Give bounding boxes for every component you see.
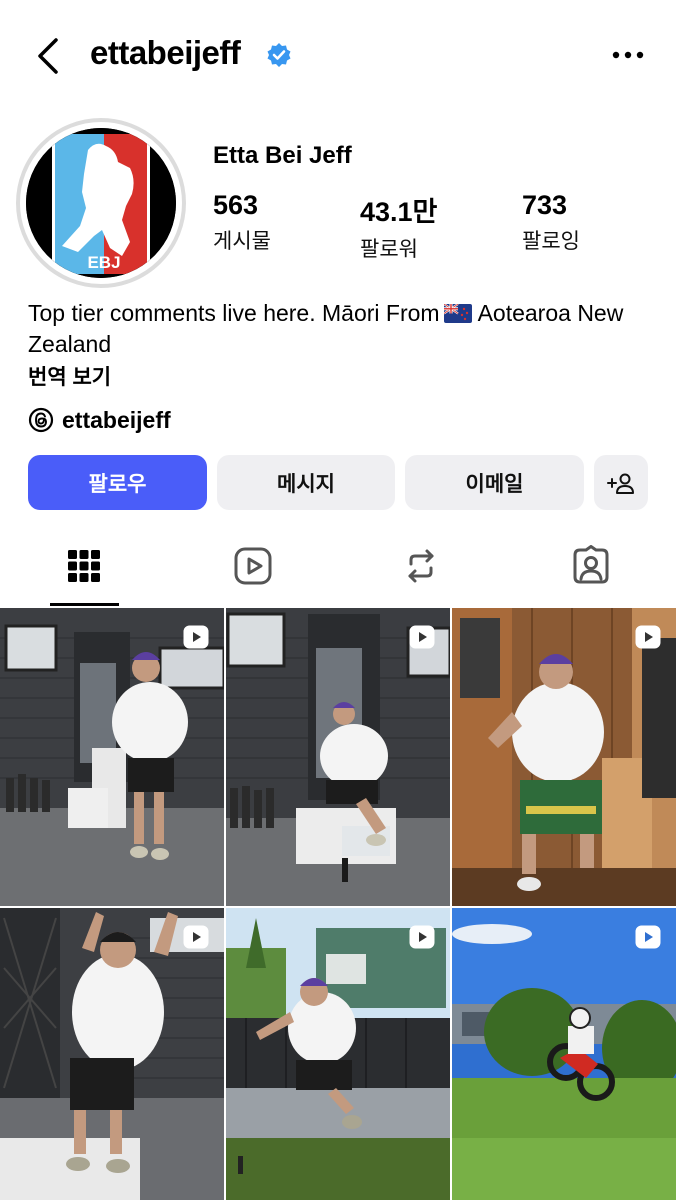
threads-handle: ettabeijeff [62, 406, 171, 433]
profile-tabs [0, 530, 676, 608]
follow-button[interactable]: 팔로우 [28, 455, 207, 510]
add-person-icon [607, 473, 634, 494]
post-thumbnail[interactable] [226, 908, 450, 1200]
header-username: ettabeijeff [90, 34, 241, 71]
post-thumbnail[interactable] [452, 608, 676, 906]
tab-reels[interactable] [231, 544, 275, 588]
avatar[interactable]: EBJ [26, 128, 176, 278]
stat-posts-label: 게시물 [213, 230, 271, 253]
reel-play-icon [635, 625, 661, 649]
new-zealand-flag-icon [443, 300, 472, 323]
reel-play-icon [409, 925, 435, 949]
reposts-icon [408, 549, 434, 583]
stat-following-label: 팔로잉 [522, 230, 580, 253]
back-button[interactable] [30, 34, 70, 78]
bio-text-start: Top tier comments live here. Māori From [28, 300, 440, 326]
stat-followers-label: 팔로워 [360, 238, 418, 261]
tab-reposts[interactable] [399, 544, 443, 588]
stat-posts[interactable]: 563 게시물 [213, 190, 271, 255]
tab-tagged[interactable] [569, 544, 613, 588]
reel-play-icon [409, 625, 435, 649]
tab-posts-grid[interactable] [62, 544, 106, 588]
avatar-logo-text: EBJ [87, 253, 120, 272]
stat-followers[interactable]: 43.1만 팔로워 [360, 190, 437, 263]
email-button[interactable]: 이메일 [405, 455, 584, 510]
stat-following-count: 733 [522, 190, 568, 220]
stat-followers-count: 43.1만 [360, 197, 438, 227]
post-thumbnail[interactable] [0, 908, 224, 1200]
active-tab-indicator [50, 603, 119, 606]
bio-text: Top tier comments live here. Māori From … [28, 298, 648, 360]
post-thumbnail[interactable] [226, 608, 450, 906]
reel-play-icon [183, 625, 209, 649]
stat-posts-count: 563 [213, 190, 259, 220]
message-button[interactable]: 메시지 [217, 455, 395, 510]
posts-grid [0, 608, 676, 1200]
stat-following[interactable]: 733 팔로잉 [522, 190, 580, 255]
reel-play-icon [635, 925, 661, 949]
profile-header: ettabeijeff [0, 0, 676, 110]
more-horizontal-icon [612, 51, 644, 59]
post-thumbnail[interactable] [0, 608, 224, 906]
suggested-accounts-button[interactable] [594, 455, 648, 510]
threads-link[interactable]: ettabeijeff [28, 404, 171, 436]
verified-badge-icon [266, 42, 292, 68]
post-thumbnail[interactable] [452, 908, 676, 1200]
tagged-icon [573, 545, 609, 584]
more-options-button[interactable] [608, 42, 648, 68]
display-name: Etta Bei Jeff [213, 142, 352, 169]
grid-icon [68, 550, 100, 582]
translate-link[interactable]: 번역 보기 [28, 361, 111, 391]
chevron-left-icon [38, 38, 58, 74]
reel-play-icon [183, 925, 209, 949]
reels-icon [234, 547, 272, 585]
threads-icon [28, 407, 54, 433]
